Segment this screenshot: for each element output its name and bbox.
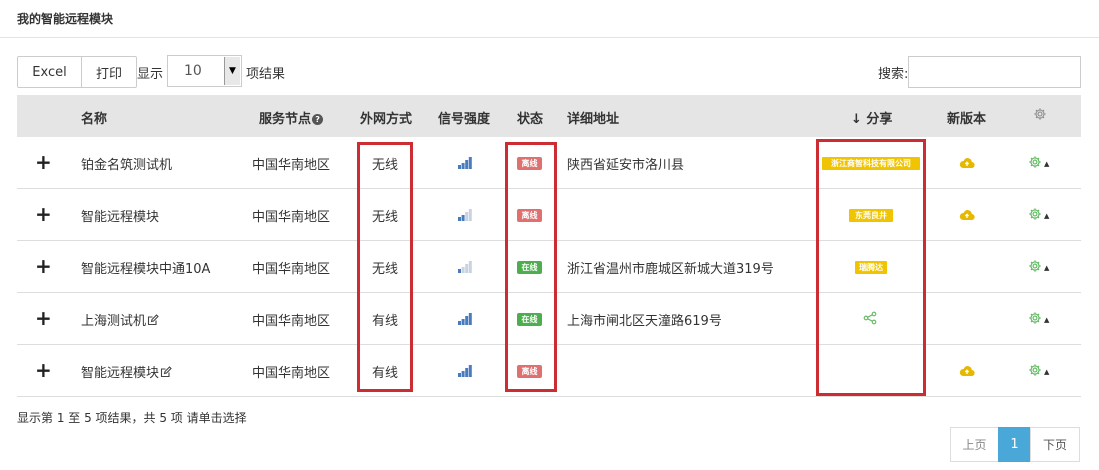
row-name-text: 智能远程模块 [81, 210, 160, 225]
gear-icon[interactable] [1028, 260, 1042, 277]
row-node: 中国华南地区 [252, 262, 331, 277]
row-node: 中国华南地区 [252, 314, 331, 329]
row-name[interactable]: 铂金名筑测试机 [81, 154, 172, 173]
header-signal[interactable]: 信号强度 [438, 108, 490, 127]
header-status[interactable]: 状态 [517, 108, 543, 127]
page-header: 我的智能远程模块 [0, 0, 1099, 38]
plus-icon[interactable]: + [35, 254, 52, 278]
row-settings-menu[interactable]: ▲ [1028, 259, 1049, 277]
caret-up-icon[interactable]: ▲ [1044, 316, 1049, 324]
signal-bars-icon [457, 156, 473, 174]
page-size-select[interactable]: 10 ▼ [167, 55, 242, 87]
plus-icon[interactable]: + [35, 306, 52, 330]
next-page-button[interactable]: 下页 [1030, 427, 1080, 462]
signal-bars-icon [457, 260, 473, 278]
search-input[interactable] [908, 56, 1081, 88]
network-column-highlight [357, 142, 413, 392]
gear-icon[interactable] [1028, 364, 1042, 381]
gear-icon[interactable] [1028, 156, 1042, 173]
caret-up-icon[interactable]: ▲ [1044, 212, 1049, 220]
signal-bars-icon [457, 364, 473, 382]
caret-up-icon[interactable]: ▲ [1044, 368, 1049, 376]
row-node: 中国华南地区 [252, 366, 331, 381]
row-name[interactable]: 上海测试机 [81, 310, 159, 330]
header-name[interactable]: 名称 [81, 108, 107, 127]
edit-icon[interactable] [147, 314, 159, 330]
row-name-text: 铂金名筑测试机 [81, 158, 173, 173]
gear-icon[interactable] [1028, 208, 1042, 225]
row-address: 上海市闸北区天潼路619号 [567, 314, 722, 329]
plus-icon[interactable]: + [35, 358, 52, 382]
edit-icon[interactable] [160, 366, 172, 382]
header-network[interactable]: 外网方式 [360, 108, 412, 127]
page-title: 我的智能远程模块 [17, 12, 114, 26]
gear-icon[interactable] [1028, 312, 1042, 329]
row-settings-menu[interactable]: ▲ [1028, 155, 1049, 173]
plus-icon[interactable]: + [35, 202, 52, 226]
chevron-down-icon[interactable]: ▼ [224, 57, 240, 85]
signal-bars-icon [457, 312, 473, 330]
header-node[interactable]: 服务节点? [259, 108, 324, 127]
search-label: 搜索: [878, 67, 909, 82]
page-size-results-label: 项结果 [246, 67, 286, 82]
row-name-text: 智能远程模块 [81, 366, 160, 381]
table-info: 显示第 1 至 5 项结果，共 5 项 请单击选择 [17, 411, 247, 425]
row-name[interactable]: 智能远程模块 [81, 206, 159, 225]
row-settings-menu[interactable]: ▲ [1028, 207, 1049, 225]
row-address: 陕西省延安市洛川县 [567, 158, 685, 173]
plus-icon[interactable]: + [35, 150, 52, 174]
excel-export-button[interactable]: Excel [17, 56, 82, 88]
page-1-button[interactable]: 1 [998, 427, 1031, 462]
header-address[interactable]: 详细地址 [567, 108, 619, 127]
print-button[interactable]: 打印 [81, 56, 137, 88]
row-name-text: 上海测试机 [81, 314, 147, 329]
cloud-upload-icon[interactable] [959, 365, 975, 381]
row-name[interactable]: 智能远程模块 [81, 362, 172, 382]
prev-page-button[interactable]: 上页 [950, 427, 999, 462]
status-column-highlight [505, 142, 557, 392]
cloud-upload-icon[interactable] [959, 157, 975, 173]
page-size-value: 10 [184, 63, 202, 79]
row-settings-menu[interactable]: ▲ [1028, 311, 1049, 329]
share-column-highlight [816, 139, 926, 396]
row-settings-menu[interactable]: ▲ [1028, 363, 1049, 381]
caret-up-icon[interactable]: ▲ [1044, 264, 1049, 272]
header-new-version[interactable]: 新版本 [947, 108, 986, 127]
gear-icon[interactable] [1033, 107, 1047, 125]
row-address: 浙江省温州市鹿城区新城大道319号 [567, 262, 774, 277]
table-header: 名称 服务节点? 外网方式 信号强度 状态 详细地址 ↓ 分享 新版本 [17, 95, 1081, 137]
caret-up-icon[interactable]: ▲ [1044, 160, 1049, 168]
help-icon[interactable]: ? [312, 114, 324, 125]
row-node: 中国华南地区 [252, 210, 331, 225]
header-node-label: 服务节点 [259, 112, 312, 127]
row-node: 中国华南地区 [252, 158, 331, 173]
page-size-show-label: 显示 [137, 67, 164, 82]
signal-bars-icon [457, 208, 473, 226]
cloud-upload-icon[interactable] [959, 209, 975, 225]
row-name-text: 智能远程模块中通10A [81, 262, 211, 277]
header-share[interactable]: ↓ 分享 [851, 108, 892, 127]
row-name[interactable]: 智能远程模块中通10A [81, 258, 210, 277]
